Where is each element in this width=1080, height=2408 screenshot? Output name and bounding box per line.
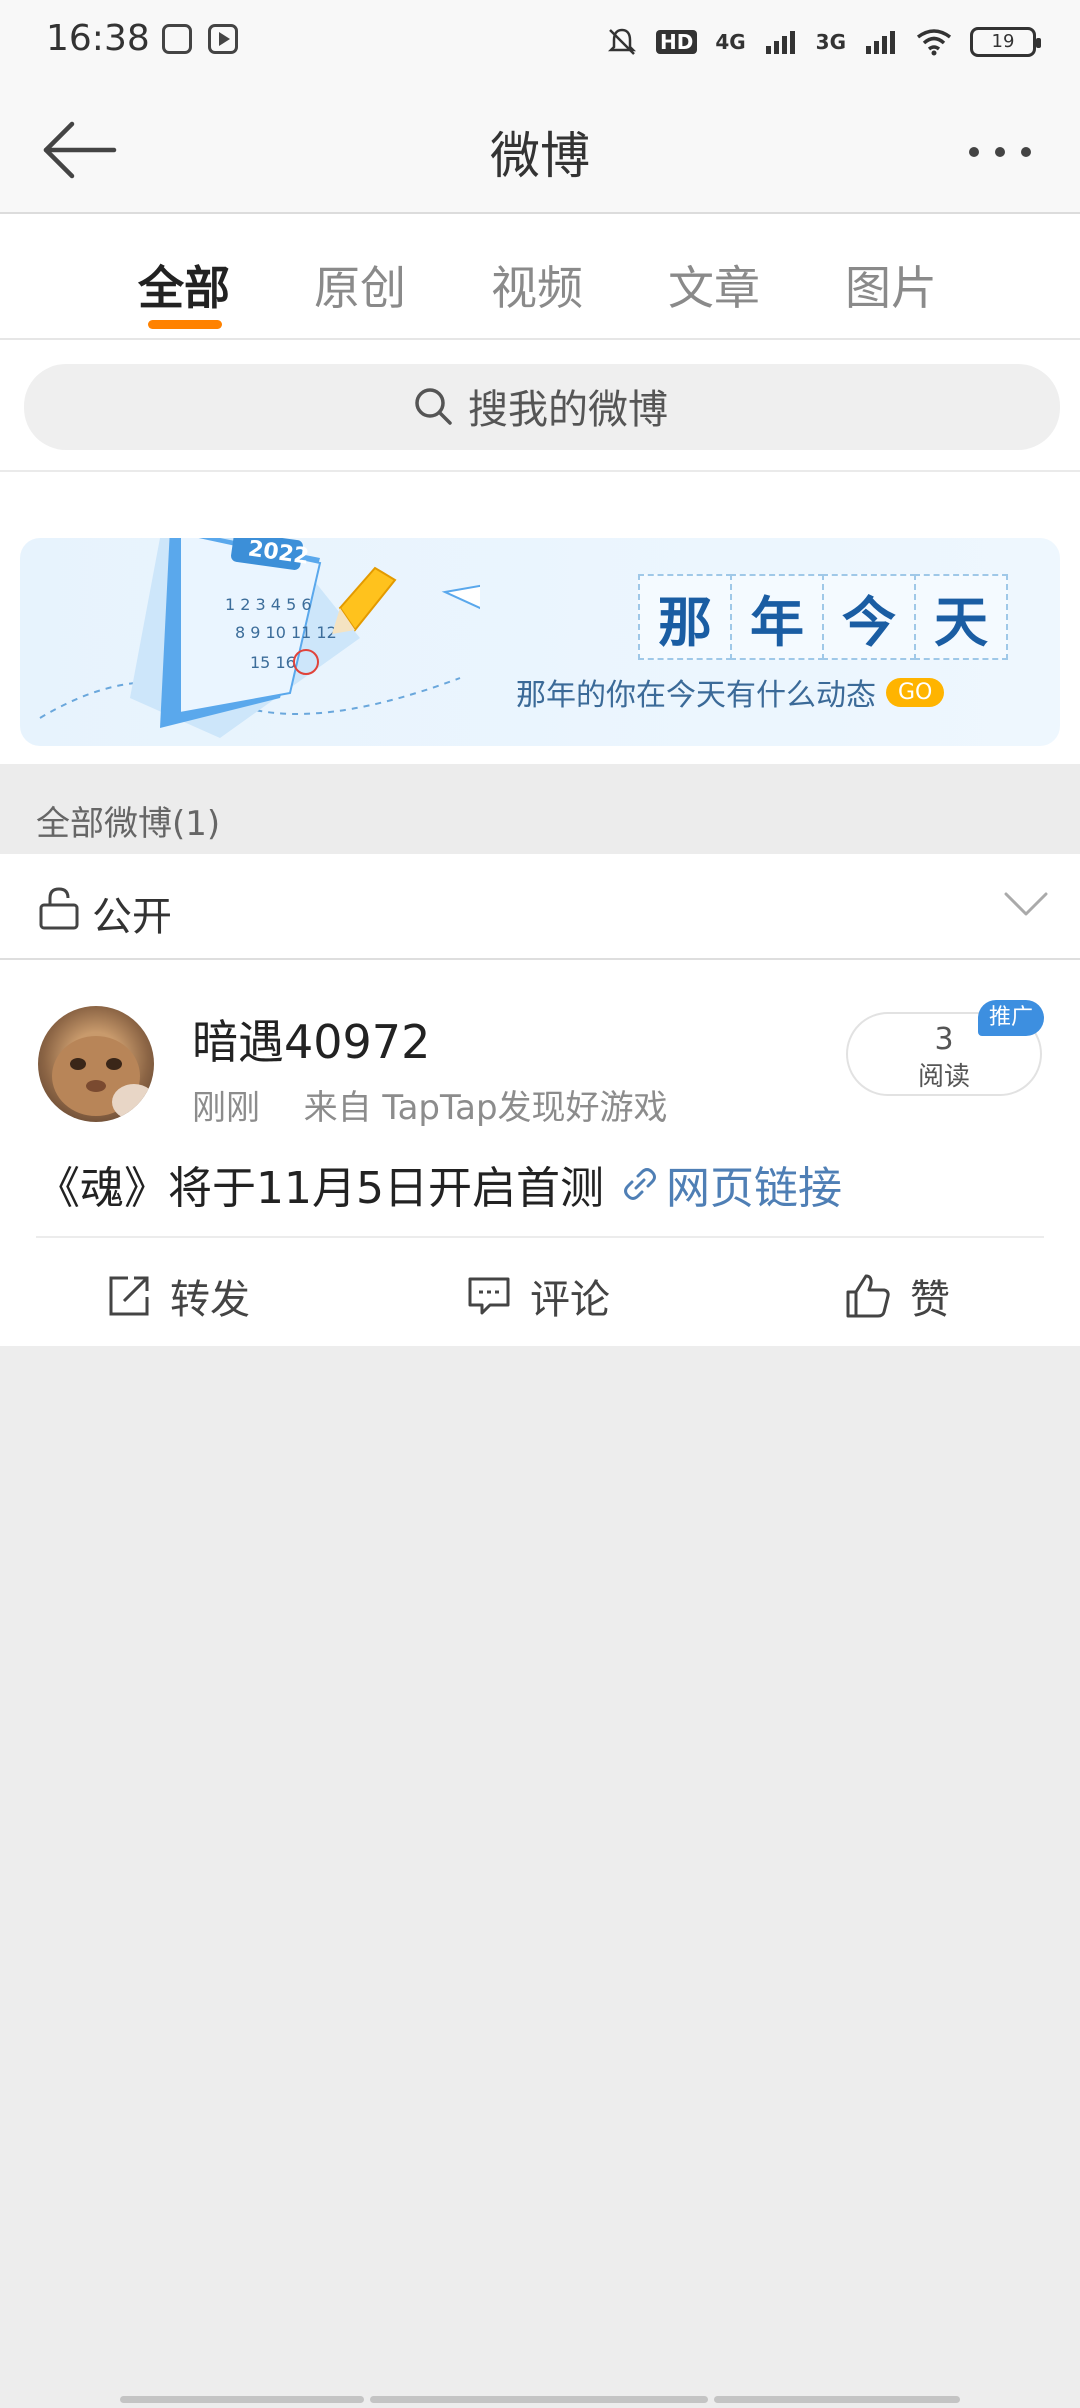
repost-button[interactable]: 转发 [106, 1266, 250, 1326]
banner-title-char: 那 [638, 574, 732, 660]
svg-text:15 16: 15 16 [250, 653, 296, 672]
like-button[interactable]: 赞 [844, 1266, 950, 1326]
like-label: 赞 [910, 1277, 950, 1323]
on-this-day-banner[interactable]: 2022 1 2 3 4 5 6 8 9 10 11 12 15 16 那 年 … [20, 538, 1060, 746]
status-time: 16:38 [46, 18, 150, 59]
svg-text:1 2 3 4 5 6: 1 2 3 4 5 6 [225, 595, 312, 614]
active-tab-indicator [148, 320, 222, 329]
tab-photo[interactable]: 图片 [831, 252, 951, 318]
thumbs-up-icon [846, 1274, 890, 1318]
post-meta: 刚刚 来自 TapTap发现好游戏 [192, 1080, 668, 1129]
banner-title-char: 年 [730, 574, 824, 660]
post-source[interactable]: 来自 TapTap发现好游戏 [304, 1088, 668, 1128]
signal-icon-2 [866, 31, 895, 54]
page-title: 微博 [490, 127, 590, 185]
home-indicator-segment [120, 2396, 364, 2403]
svg-text:8 9 10 11 12: 8 9 10 11 12 [235, 623, 337, 642]
more-dots-icon [969, 147, 1031, 157]
banner-subtitle-row: 那年的你在今天有什么动态 GO [516, 670, 945, 714]
play-app-icon [208, 24, 238, 54]
comment-button[interactable]: 评论 [466, 1266, 610, 1326]
home-indicator-segment[interactable] [370, 2396, 708, 2403]
comment-icon [468, 1277, 510, 1315]
privacy-filter[interactable]: 公开 [0, 854, 1080, 960]
avatar[interactable] [38, 1006, 154, 1122]
chevron-down-icon [1004, 892, 1048, 916]
content-tabs: 全部 原创 视频 文章 图片 [0, 214, 1080, 340]
post-text: 《魂》将于11月5日开启首测 [36, 1163, 604, 1214]
calendar-illustration: 2022 1 2 3 4 5 6 8 9 10 11 12 15 16 [39, 538, 480, 738]
tab-article[interactable]: 文章 [654, 252, 774, 318]
repost-icon [109, 1276, 149, 1316]
network-label-4g: 4G [715, 30, 746, 54]
banner-subtitle: 那年的你在今天有什么动态 [516, 678, 876, 713]
status-bar: 16:38 HD 4G 3G 19 [0, 0, 1080, 80]
scissors-app-icon [162, 24, 192, 54]
hd-label: HD [655, 30, 698, 54]
banner-title-char: 今 [822, 574, 916, 660]
section-label: 全部微博(1) [36, 804, 221, 844]
bell-off-icon [607, 28, 636, 55]
search-section: 搜我的微博 [0, 340, 1080, 472]
web-link[interactable]: 网页链接 [620, 1152, 842, 1216]
home-indicator-segment [714, 2396, 960, 2403]
username[interactable]: 暗遇40972 [192, 1006, 430, 1072]
post-divider [36, 1236, 1044, 1238]
network-label-3g: 3G [815, 30, 846, 54]
banner-title: 那 年 今 天 [638, 574, 1008, 660]
section-header: 全部微博(1) [0, 764, 1080, 854]
cat-avatar-image [52, 1036, 154, 1120]
tab-video[interactable]: 视频 [477, 252, 597, 318]
top-navigation-bar: 微博 [0, 80, 1080, 214]
wifi-icon [916, 29, 952, 56]
signal-icon [765, 31, 795, 54]
banner-section: 2022 1 2 3 4 5 6 8 9 10 11 12 15 16 那 年 … [0, 472, 1080, 764]
search-input[interactable] [24, 364, 1060, 450]
tab-all[interactable]: 全部 [124, 252, 244, 318]
tab-original[interactable]: 原创 [300, 252, 420, 318]
unlock-icon [39, 887, 79, 930]
read-label: 阅读 [917, 1062, 970, 1092]
privacy-label: 公开 [92, 894, 172, 940]
weibo-post: 暗遇40972 刚刚 来自 TapTap发现好游戏 3 阅读 推广 《魂》将于1… [0, 960, 1080, 1346]
status-icons: HD 4G 3G 19 [606, 22, 1041, 62]
web-link-label: 网页链接 [666, 1163, 842, 1214]
banner-title-char: 天 [914, 574, 1008, 660]
promo-tag: 推广 [978, 1000, 1044, 1036]
post-time: 刚刚 [192, 1088, 260, 1128]
comment-label: 评论 [530, 1277, 610, 1323]
more-button[interactable] [960, 132, 1040, 172]
go-button[interactable]: GO [886, 677, 945, 707]
link-icon [624, 1168, 656, 1200]
battery-indicator: 19 [970, 27, 1041, 57]
repost-label: 转发 [170, 1277, 250, 1323]
